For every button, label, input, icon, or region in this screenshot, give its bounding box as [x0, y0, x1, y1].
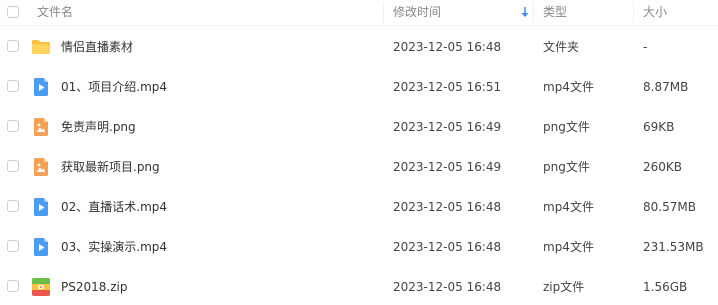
table-row[interactable]: PS2018.zip 2023-12-05 16:48 zip文件 1.56GB [0, 267, 718, 305]
file-name[interactable]: 02、直播话术.mp4 [61, 187, 167, 227]
table-row[interactable]: 获取最新项目.png 2023-12-05 16:49 png文件 260KB [0, 147, 718, 187]
table-row[interactable]: 03、实操演示.mp4 2023-12-05 16:48 mp4文件 231.5… [0, 227, 718, 267]
table-row[interactable]: 免责声明.png 2023-12-05 16:49 png文件 69KB [0, 107, 718, 147]
file-size: 69KB [643, 120, 675, 134]
column-divider[interactable] [633, 2, 634, 23]
image-file-icon [34, 118, 48, 136]
modified-time: 2023-12-05 16:49 [393, 120, 502, 134]
file-size: 8.87MB [643, 80, 689, 94]
file-name[interactable]: 情侣直播素材 [61, 27, 133, 67]
column-divider[interactable] [383, 2, 384, 23]
column-header-name[interactable]: 文件名 [37, 0, 73, 25]
sort-descending-icon[interactable] [519, 4, 531, 20]
row-checkbox[interactable] [7, 240, 19, 252]
file-name[interactable]: PS2018.zip [61, 267, 127, 305]
column-divider[interactable] [533, 2, 534, 23]
file-type: png文件 [543, 120, 590, 134]
column-header-time[interactable]: 修改时间 [393, 0, 441, 25]
file-list: 文件名 修改时间 类型 大小 情侣直播素材 2023-12-05 16:48 文… [0, 0, 718, 305]
file-type: mp4文件 [543, 200, 594, 214]
file-size: - [643, 40, 648, 54]
column-header-size[interactable]: 大小 [643, 0, 667, 25]
video-file-icon [34, 198, 48, 216]
modified-time: 2023-12-05 16:48 [393, 200, 502, 214]
file-list-header: 文件名 修改时间 类型 大小 [0, 0, 718, 26]
file-type: png文件 [543, 160, 590, 174]
modified-time: 2023-12-05 16:48 [393, 40, 502, 54]
video-file-icon [34, 78, 48, 96]
select-all-checkbox[interactable] [7, 6, 19, 18]
row-checkbox[interactable] [7, 120, 19, 132]
row-checkbox[interactable] [7, 280, 19, 292]
file-name[interactable]: 免责声明.png [61, 107, 136, 147]
modified-time: 2023-12-05 16:48 [393, 280, 502, 294]
file-size: 260KB [643, 160, 683, 174]
file-type: mp4文件 [543, 80, 594, 94]
file-size: 231.53MB [643, 240, 704, 254]
zip-file-icon [32, 278, 50, 296]
table-row[interactable]: 情侣直播素材 2023-12-05 16:48 文件夹 - [0, 27, 718, 67]
file-size: 1.56GB [643, 280, 688, 294]
row-checkbox[interactable] [7, 160, 19, 172]
modified-time: 2023-12-05 16:51 [393, 80, 502, 94]
modified-time: 2023-12-05 16:49 [393, 160, 502, 174]
file-name[interactable]: 获取最新项目.png [61, 147, 160, 187]
file-type: mp4文件 [543, 240, 594, 254]
modified-time: 2023-12-05 16:48 [393, 240, 502, 254]
file-name[interactable]: 03、实操演示.mp4 [61, 227, 167, 267]
image-file-icon [34, 158, 48, 176]
table-row[interactable]: 02、直播话术.mp4 2023-12-05 16:48 mp4文件 80.57… [0, 187, 718, 227]
folder-icon [32, 40, 50, 54]
file-size: 80.57MB [643, 200, 696, 214]
row-checkbox[interactable] [7, 80, 19, 92]
file-name[interactable]: 01、项目介绍.mp4 [61, 67, 167, 107]
file-type: zip文件 [543, 280, 585, 294]
file-type: 文件夹 [543, 40, 580, 54]
row-checkbox[interactable] [7, 200, 19, 212]
column-header-type[interactable]: 类型 [543, 0, 567, 25]
table-row[interactable]: 01、项目介绍.mp4 2023-12-05 16:51 mp4文件 8.87M… [0, 67, 718, 107]
video-file-icon [34, 238, 48, 256]
row-checkbox[interactable] [7, 40, 19, 52]
